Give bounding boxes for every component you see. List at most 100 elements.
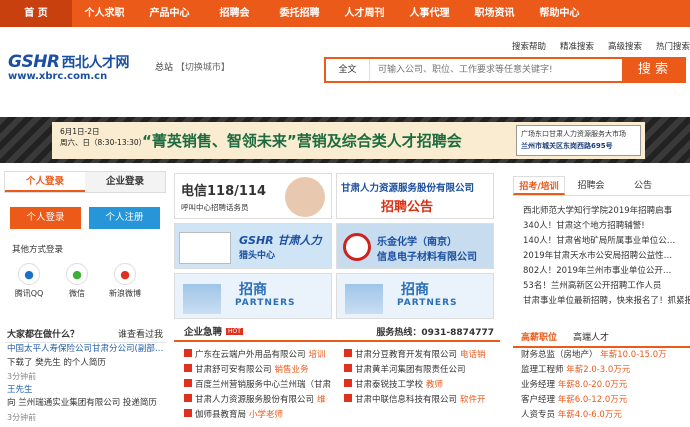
company-icon bbox=[184, 349, 192, 357]
tab-high-salary[interactable]: 高薪职位 bbox=[513, 328, 565, 346]
company-icon bbox=[184, 409, 192, 417]
banner-title: “菁英销售、智领未来”营销及综合类人才招聘会 bbox=[142, 132, 462, 150]
company-name[interactable]: 甘肃泰锐技工学校 bbox=[355, 378, 423, 390]
main-nav: 首 页 个人求职 产品中心 招聘会 委托招聘 人才周刊 人事代理 职场资讯 帮助… bbox=[0, 0, 690, 27]
company-name[interactable]: 甘肃中联信息科技有限公司 bbox=[355, 393, 457, 405]
feed-item-actor[interactable]: 王先生 bbox=[4, 384, 166, 398]
notice-item[interactable]: 140人！甘肃省地矿局所属事业单位公… bbox=[513, 234, 690, 249]
banner-date-line1: 6月1日-2日 bbox=[60, 127, 100, 136]
company-name[interactable]: 广东在云端户外用品有限公司 bbox=[195, 348, 306, 360]
notice-item[interactable]: 802人！2019年兰州市事业单位公开… bbox=[513, 264, 690, 279]
search-button[interactable]: 搜 索 bbox=[622, 59, 684, 81]
ad-telecom-title: 电信118/114 bbox=[181, 184, 267, 199]
job-row[interactable]: 广东在云端户外用品有限公司 培训 bbox=[174, 348, 334, 360]
search-scope-select[interactable]: 全文 bbox=[326, 59, 370, 81]
ad-gansu-hr[interactable]: 甘肃人力资源服务股份有限公司 招聘公告 bbox=[336, 173, 494, 219]
urgent-jobs-title: 企业急聘 bbox=[184, 327, 223, 338]
job-title: 监理工程师 bbox=[521, 365, 564, 375]
top-links: 搜索帮助 精准搜索 高级搜索 热门搜索 bbox=[512, 40, 690, 52]
tab-exams-training[interactable]: 招考/培训 bbox=[513, 176, 565, 195]
job-position[interactable]: 电话销 bbox=[460, 348, 486, 360]
job-fair-banner[interactable]: 6月1日-2日 周六、日（8:30-13:30） “菁英销售、智领未来”营销及综合… bbox=[0, 117, 690, 163]
tab-senior-talent[interactable]: 高端人才 bbox=[565, 328, 617, 346]
job-title: 业务经理 bbox=[521, 380, 556, 390]
job-row[interactable]: 甘肃舒可安有限公司 销售业务 bbox=[174, 363, 334, 375]
notice-item[interactable]: 340人！甘肃这个地方招聘辅警! bbox=[513, 219, 690, 234]
precise-search-link[interactable]: 精准搜索 bbox=[560, 40, 594, 52]
city-label: 总站 bbox=[155, 63, 174, 73]
switch-city-link[interactable]: 【切换城市】 bbox=[176, 63, 230, 73]
job-row[interactable]: 伽师县教育局 小学老师 bbox=[174, 408, 334, 420]
nav-job-seeking[interactable]: 个人求职 bbox=[72, 0, 137, 27]
job-position[interactable]: 销售业务 bbox=[275, 363, 309, 375]
job-row[interactable]: 百度兰州营销服务中心兰州瑞（甘肃 bbox=[174, 378, 334, 390]
weibo-login[interactable]: ● 新浪微博 bbox=[108, 263, 142, 299]
search-input[interactable] bbox=[370, 59, 622, 81]
tab-company-login[interactable]: 企业登录 bbox=[85, 172, 165, 192]
qq-login[interactable]: ● 腾讯QQ bbox=[12, 263, 46, 299]
wechat-icon: ● bbox=[66, 263, 88, 285]
hot-search-link[interactable]: 热门搜索 bbox=[656, 40, 690, 52]
notice-item[interactable]: 2019年甘肃天水市公安局招聘公益性… bbox=[513, 249, 690, 264]
notice-item[interactable]: 53名！兰州高新区公开招聘工作人员 bbox=[513, 279, 690, 294]
nav-career-news[interactable]: 职场资讯 bbox=[462, 0, 527, 27]
ad-headhunter[interactable]: GSHR 甘肃人力 猎头中心 bbox=[174, 223, 332, 269]
salary-row[interactable]: 业务经理 年薪8.0-20.0万元 bbox=[513, 378, 690, 393]
salary-range: 年薪10.0-15.0万 bbox=[600, 350, 667, 360]
ad-partners-2[interactable]: 招商 PARTNERS bbox=[336, 273, 494, 319]
job-position[interactable]: 培训 bbox=[309, 348, 326, 360]
high-salary-panel: 高薪职位 高端人才 财务总监（房地产） 年薪10.0-15.0万 监理工程师 年薪… bbox=[513, 328, 690, 423]
company-icon bbox=[184, 364, 192, 372]
nav-help[interactable]: 帮助中心 bbox=[527, 0, 592, 27]
ad-partners-1[interactable]: 招商 PARTNERS bbox=[174, 273, 332, 319]
job-row[interactable]: 甘肃中联信息科技有限公司 软件开 bbox=[334, 393, 494, 405]
salary-row[interactable]: 财务总监（房地产） 年薪10.0-15.0万 bbox=[513, 348, 690, 363]
job-row[interactable]: 甘肃分豆教育开发有限公司 电话销 bbox=[334, 348, 494, 360]
nav-hr-agency[interactable]: 人事代理 bbox=[397, 0, 462, 27]
feed-item-actor[interactable]: 中国太平人寿保险公司甘肃分公司(副部… bbox=[4, 343, 166, 357]
salary-row[interactable]: 客户经理 年薪6.0-12.0万元 bbox=[513, 393, 690, 408]
job-position[interactable]: 教师 bbox=[426, 378, 443, 390]
tab-announcements[interactable]: 公告 bbox=[617, 176, 669, 195]
notice-item[interactable]: 西北师范大学知行学院2019年招聘启事 bbox=[513, 204, 690, 219]
ad-headhunter-title: GSHR 甘肃人力 bbox=[239, 234, 322, 247]
nav-talent-weekly[interactable]: 人才周刊 bbox=[332, 0, 397, 27]
job-position[interactable]: 维 bbox=[317, 393, 326, 405]
job-row[interactable]: 甘肃泰锐技工学校 教师 bbox=[334, 378, 494, 390]
salary-row[interactable]: 监理工程师 年薪2.0-3.0万元 bbox=[513, 363, 690, 378]
login-panel: 个人登录 企业登录 个人登录 个人注册 其他方式登录 ● 腾讯QQ ● 微信 ● 新浪… bbox=[4, 171, 166, 299]
personal-register-button[interactable]: 个人注册 bbox=[89, 207, 160, 229]
ad-telecom[interactable]: 电信118/114 呼叫中心招聘话务员 bbox=[174, 173, 332, 219]
nav-job-fair[interactable]: 招聘会 bbox=[202, 0, 267, 27]
company-name[interactable]: 甘肃分豆教育开发有限公司 bbox=[355, 348, 457, 360]
salary-range: 年薪4.0-6.0万元 bbox=[557, 410, 622, 420]
ad-lg-chem[interactable]: 乐金化学（南京） 信息电子材料有限公司 bbox=[336, 223, 494, 269]
banner-inner: 6月1日-2日 周六、日（8:30-13:30） “菁英销售、智领未来”营销及综合… bbox=[52, 122, 645, 159]
notice-item[interactable]: 甘肃事业单位最新招聘，快来报名了！抓紧报… bbox=[513, 294, 690, 309]
company-name[interactable]: 百度兰州营销服务中心兰州瑞（甘肃 bbox=[195, 378, 331, 390]
tab-personal-login[interactable]: 个人登录 bbox=[5, 172, 85, 192]
company-name[interactable]: 甘肃人力资源服务股份有限公司 bbox=[195, 393, 314, 405]
who-viewed-me-link[interactable]: 谁查看过我 bbox=[118, 327, 163, 340]
job-position[interactable]: 小学老师 bbox=[249, 408, 283, 420]
lg-logo-icon bbox=[343, 233, 371, 261]
nav-home[interactable]: 首 页 bbox=[0, 0, 72, 27]
tab-job-fairs[interactable]: 招聘会 bbox=[565, 176, 617, 195]
company-name[interactable]: 甘肃舒可安有限公司 bbox=[195, 363, 272, 375]
company-name[interactable]: 甘肃黄羊河集团有限责任公司 bbox=[355, 363, 466, 375]
wechat-login[interactable]: ● 微信 bbox=[60, 263, 94, 299]
job-position[interactable]: 软件开 bbox=[460, 393, 486, 405]
search-help-link[interactable]: 搜索帮助 bbox=[512, 40, 546, 52]
salary-row[interactable]: 人资专员 年薪4.0-6.0万元 bbox=[513, 408, 690, 423]
job-row[interactable]: 甘肃人力资源服务股份有限公司维 bbox=[174, 393, 334, 405]
nav-delegated-recruit[interactable]: 委托招聘 bbox=[267, 0, 332, 27]
site-logo[interactable]: GSHR 西北人才网 www.xbrc.com.cn bbox=[8, 52, 130, 82]
ad-gansu-hr-sub: 招聘公告 bbox=[381, 200, 434, 215]
advanced-search-link[interactable]: 高级搜索 bbox=[608, 40, 642, 52]
company-name[interactable]: 伽师县教育局 bbox=[195, 408, 246, 420]
ad-lg-title: 乐金化学（南京） bbox=[377, 237, 457, 248]
personal-login-button[interactable]: 个人登录 bbox=[10, 207, 81, 229]
job-row[interactable]: 甘肃黄羊河集团有限责任公司 bbox=[334, 363, 494, 375]
nav-products[interactable]: 产品中心 bbox=[137, 0, 202, 27]
banner-location-line2: 兰州市城关区东岗西路695号 bbox=[521, 142, 613, 150]
